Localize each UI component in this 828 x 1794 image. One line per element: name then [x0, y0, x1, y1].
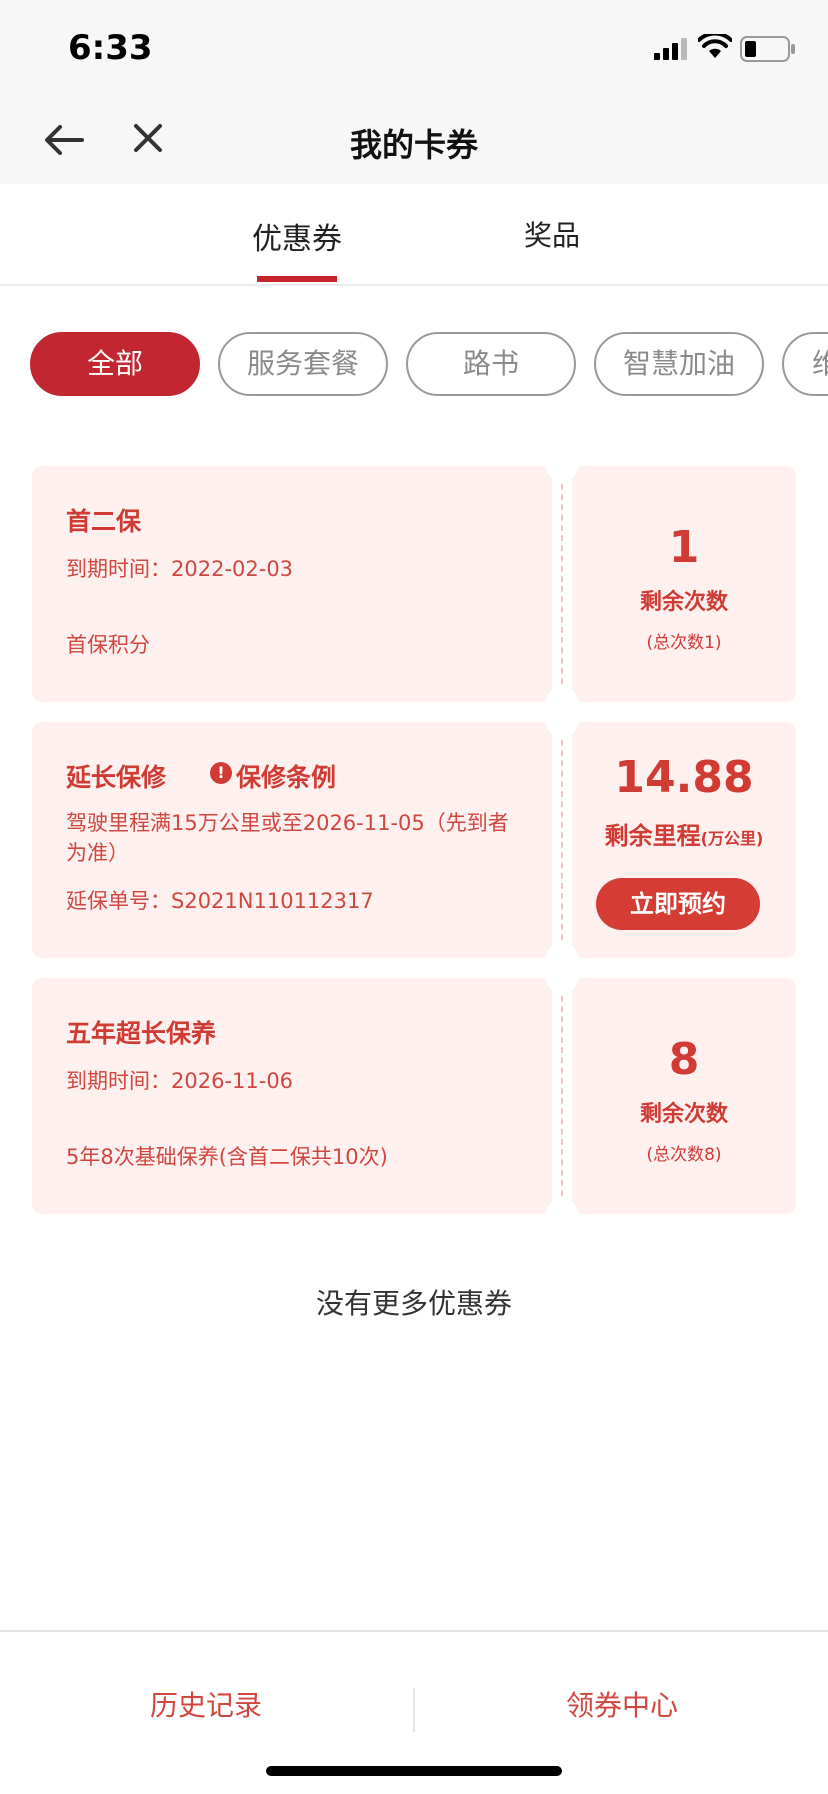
coupon-card[interactable]: 五年超长保养 到期时间：2026-11-06 5年8次基础保养(含首二保共10次…	[32, 962, 796, 1230]
ticket-divider	[561, 484, 563, 684]
coupon-card[interactable]: 延长保修 ! 保修条例 驾驶里程满15万公里或至2026-11-05（先到者 为…	[32, 706, 796, 974]
reserve-now-button[interactable]: 立即预约	[596, 878, 760, 930]
ticket-notch	[546, 962, 578, 994]
ticket-notch	[546, 706, 578, 738]
tab-coupons[interactable]: 优惠券	[252, 214, 342, 258]
coupon-title: 五年超长保养	[66, 1019, 217, 1048]
no-more-coupons: 没有更多优惠券	[315, 1287, 512, 1320]
coupon-expiry: 到期时间：2022-02-03	[66, 557, 294, 581]
remaining-count: 1	[668, 522, 700, 573]
page-title: 我的卡券	[349, 126, 478, 164]
remaining-mileage-label: 剩余里程(万公里)	[572, 816, 796, 851]
coupon-card[interactable]: 首二保 到期时间：2022-02-03 首保积分 1 剩余次数 (总次数1)	[32, 450, 796, 718]
total-count: (总次数8)	[646, 1145, 722, 1165]
filter-service-package[interactable]: 服务套餐	[218, 332, 388, 396]
battery-icon	[740, 36, 795, 62]
wifi-icon	[698, 34, 732, 58]
remaining-label: 剩余次数	[639, 1102, 728, 1127]
history-button[interactable]: 历史记录	[150, 1684, 262, 1724]
remaining-label: 剩余次数	[639, 590, 728, 615]
tab-indicator	[257, 276, 337, 282]
coupon-expiry: 到期时间：2026-11-06	[66, 1069, 294, 1093]
status-time: 6:33	[68, 28, 153, 68]
coupon-condition: 驾驶里程满15万公里或至2026-11-05（先到者	[66, 811, 509, 835]
nav-bar: 我的卡券	[0, 92, 828, 184]
remaining-count: 8	[668, 1034, 700, 1085]
ticket-notch	[546, 1198, 578, 1230]
total-count: (总次数1)	[646, 633, 722, 653]
filter-chips: 全部 服务套餐 路书 智慧加油 维	[30, 332, 828, 402]
mileage-unit: (万公里)	[700, 829, 764, 848]
warranty-terms-link[interactable]: 保修条例	[236, 758, 336, 794]
warranty-number: 延保单号：S2021N110112317	[66, 889, 374, 913]
tab-prizes[interactable]: 奖品	[524, 214, 580, 254]
remaining-label: 剩余里程	[604, 822, 701, 850]
filter-smart-fuel[interactable]: 智慧加油	[594, 332, 764, 396]
ticket-divider	[561, 996, 563, 1196]
coupon-center-button[interactable]: 领券中心	[566, 1684, 678, 1724]
filter-road-book[interactable]: 路书	[406, 332, 576, 396]
tab-bar: 优惠券 奖品	[0, 184, 828, 286]
home-indicator[interactable]	[266, 1766, 562, 1776]
coupon-title: 延长保修	[66, 763, 167, 792]
status-bar: 6:33	[0, 0, 828, 92]
filter-maintenance[interactable]: 维	[782, 332, 828, 396]
coupon-condition-cont: 为准）	[66, 841, 129, 865]
bottom-divider	[413, 1688, 415, 1732]
ticket-divider	[561, 740, 563, 940]
warning-icon: !	[210, 762, 232, 784]
cellular-signal-icon	[654, 38, 687, 60]
filter-all[interactable]: 全部	[30, 332, 200, 396]
coupon-desc: 首保积分	[66, 633, 150, 657]
coupon-desc: 5年8次基础保养(含首二保共10次)	[66, 1145, 388, 1169]
coupon-title: 首二保	[66, 507, 142, 536]
remaining-mileage: 14.88	[614, 752, 754, 803]
ticket-notch	[546, 450, 578, 482]
